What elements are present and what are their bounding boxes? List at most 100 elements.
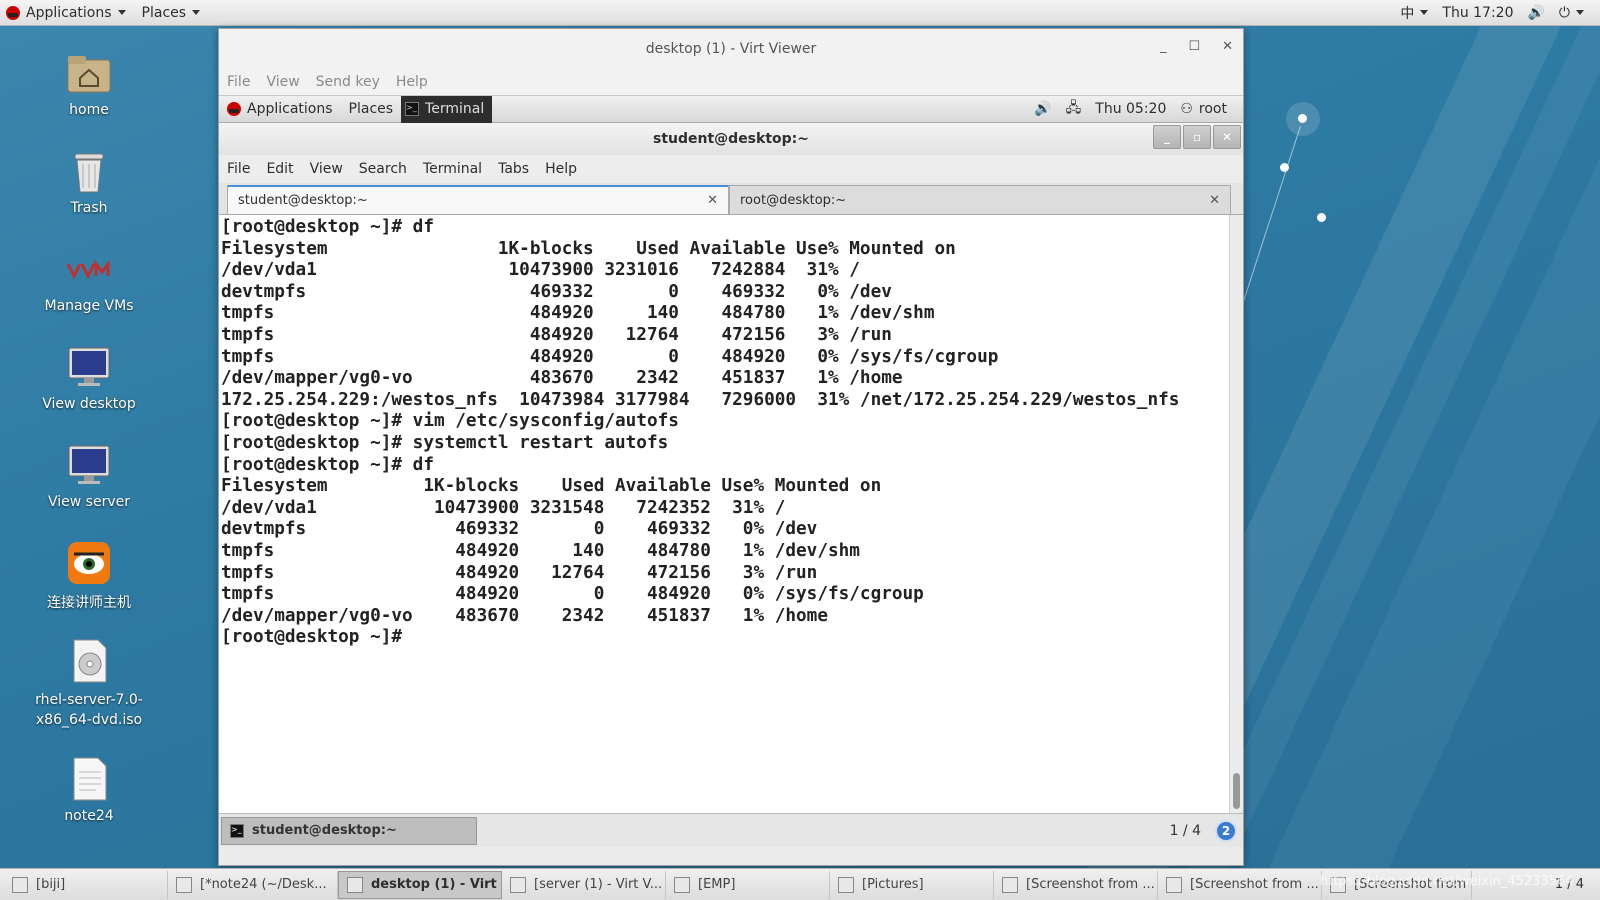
terminal-line: tmpfs 484920 12764 472156 3% /run [221,562,818,583]
terminal-line: tmpfs 484920 140 484780 1% /dev/shm [221,303,935,324]
terminal-menu-file[interactable]: File [227,161,250,177]
maximize-button[interactable]: ☐ [1188,39,1200,54]
terminal-line: 172.25.254.229:/westos_nfs 10473984 3177… [221,389,1180,410]
viewer-title: desktop (1) - Virt Viewer [645,41,817,57]
minimize-button[interactable]: _ [1160,39,1167,54]
terminal-output[interactable]: [root@desktop ~]# df Filesystem 1K-blocks… [219,215,1243,813]
viewer-menubar: File View Send key Help [219,69,1243,95]
viewer-menu-file[interactable]: File [227,74,250,90]
window-icon [510,876,526,893]
terminal-menu-edit[interactable]: Edit [266,161,293,177]
viewer-menu-send-key[interactable]: Send key [316,74,380,90]
guest-task-terminal[interactable]: >_ student@desktop:~ [221,816,477,845]
taskbar-item-label: [server (1) - Virt V... [534,877,663,892]
desktop-icon-home[interactable]: home [24,50,154,118]
applications-label: Applications [26,4,112,21]
terminal-icon: >_ [405,102,420,116]
terminal-line: [root@desktop ~]# [221,627,403,648]
terminal-close-button[interactable]: ✕ [1213,125,1241,149]
taskbar-item[interactable]: desktop (1) - Virt ... [338,870,502,899]
terminal-line: /dev/vda1 10473900 3231016 7242884 31% / [221,260,860,281]
applications-menu[interactable]: Applications [0,5,136,21]
guest-applications-menu[interactable]: Applications [219,101,341,117]
terminal-line: tmpfs 484920 140 484780 1% /dev/shm [221,540,860,561]
viewer-menu-help[interactable]: Help [396,74,428,90]
taskbar-item[interactable]: [Screenshot from ... [994,870,1158,899]
close-tab-icon[interactable]: ✕ [1209,193,1220,208]
desktop-icon-note24[interactable]: note24 [24,756,154,824]
desktop-icon-label: Manage VMs [44,298,134,314]
taskbar-item[interactable]: [Pictures] [830,870,994,899]
desktop-icon-trash[interactable]: Trash [24,148,154,216]
terminal-maximize-button[interactable]: ▫ [1183,125,1211,149]
terminal-menu-tabs[interactable]: Tabs [498,161,529,177]
desktop-icon-label: rhel-server-7.0- x86_64-dvd.iso [35,692,143,728]
terminal-titlebar[interactable]: student@desktop:~ _ ▫ ✕ [219,123,1243,155]
desktop-icon-label: View desktop [42,396,136,412]
input-method-indicator[interactable]: 中 [1400,3,1429,23]
guest-terminal-launcher[interactable]: >_ Terminal [401,95,493,123]
window-icon [1166,876,1182,893]
taskbar-item[interactable]: [EMP] [666,870,830,899]
terminal-scrollbar[interactable] [1229,215,1243,813]
tab-student[interactable]: student@desktop:~ ✕ [227,185,729,214]
taskbar-item[interactable]: [biji] [4,870,168,899]
terminal-menu-search[interactable]: Search [359,161,407,177]
user-icon: ⚇ [1180,101,1193,117]
guest-bottom-panel: >_ student@desktop:~ 1 / 4 2 [219,813,1243,847]
terminal-minimize-button[interactable]: _ [1153,125,1181,149]
taskbar-item[interactable]: [server (1) - Virt V... [502,870,666,899]
close-button[interactable]: ✕ [1222,39,1233,54]
redhat-logo-icon [227,102,241,116]
terminal-menu-view[interactable]: View [310,161,343,177]
volume-icon[interactable]: 🔊 [1527,5,1544,21]
terminal-line: [root@desktop ~]# df [221,454,434,475]
tab-label: student@desktop:~ [238,193,368,208]
terminal-tabs: student@desktop:~ ✕ root@desktop:~ ✕ [219,183,1243,215]
desktop-icon-remote-connect[interactable]: 连接讲师主机 [24,540,154,612]
power-icon: ⏻ [1558,4,1570,21]
scrollbar-thumb[interactable] [1233,773,1240,809]
window-icon [347,876,363,893]
window-icon [176,876,192,893]
desktop-icon-label: note24 [64,808,114,824]
window-icon [12,876,28,893]
desktop-icon-view-desktop[interactable]: View desktop [24,344,154,412]
taskbar-item-label: [Pictures] [862,877,924,892]
desktop-icon-manage-vms[interactable]: Manage VMs [24,246,154,314]
guest-volume-icon[interactable]: 🔊 [1034,101,1051,117]
chevron-down-icon [1420,10,1429,15]
watermark-text: https://blog.csdn.net/weixin_45233564 [1320,874,1574,889]
taskbar-item-label: [Screenshot from ... [1190,877,1319,892]
terminal-line: [root@desktop ~]# systemctl restart auto… [221,432,669,453]
taskbar-item[interactable]: [Screenshot from ... [1158,870,1322,899]
guest-user-menu[interactable]: ⚇ root [1180,101,1227,117]
close-tab-icon[interactable]: ✕ [707,193,718,208]
notification-badge[interactable]: 2 [1215,819,1237,842]
terminal-line: tmpfs 484920 12764 472156 3% /run [221,324,892,345]
taskbar-item[interactable]: [*note24 (~/Desk... [168,870,338,899]
terminal-menu-help[interactable]: Help [545,161,577,177]
terminal-line: Filesystem 1K-blocks Used Available Use%… [221,476,882,497]
terminal-menu-terminal[interactable]: Terminal [423,161,482,177]
places-menu[interactable]: Places [136,5,211,21]
guest-network-icon[interactable]: 🖧 [1066,97,1082,121]
terminal-text: [root@desktop ~]# df Filesystem 1K-blocks… [221,217,1179,649]
viewer-menu-view[interactable]: View [266,74,299,90]
tab-root[interactable]: root@desktop:~ ✕ [729,185,1231,214]
taskbar-item-label: [EMP] [698,877,736,892]
power-menu[interactable]: ⏻ [1559,5,1584,21]
guest-places-menu[interactable]: Places [341,101,402,117]
guest-clock[interactable]: Thu 05:20 [1095,101,1166,117]
guest-workspace-pager[interactable]: 1 / 4 [1170,823,1201,839]
viewer-titlebar[interactable]: desktop (1) - Virt Viewer _ ☐ ✕ [219,29,1243,69]
terminal-title: student@desktop:~ [653,131,809,147]
clock[interactable]: Thu 17:20 [1442,5,1513,21]
chevron-down-icon [117,10,126,15]
remote-connect-icon [66,540,112,586]
desktop-icon-iso[interactable]: rhel-server-7.0- x86_64-dvd.iso [24,638,154,730]
terminal-window: student@desktop:~ _ ▫ ✕ File Edit View S… [219,123,1243,813]
desktop-icon-view-server[interactable]: View server [24,442,154,510]
monitor-icon [66,344,112,390]
taskbar-item-label: desktop (1) - Virt ... [371,877,502,892]
